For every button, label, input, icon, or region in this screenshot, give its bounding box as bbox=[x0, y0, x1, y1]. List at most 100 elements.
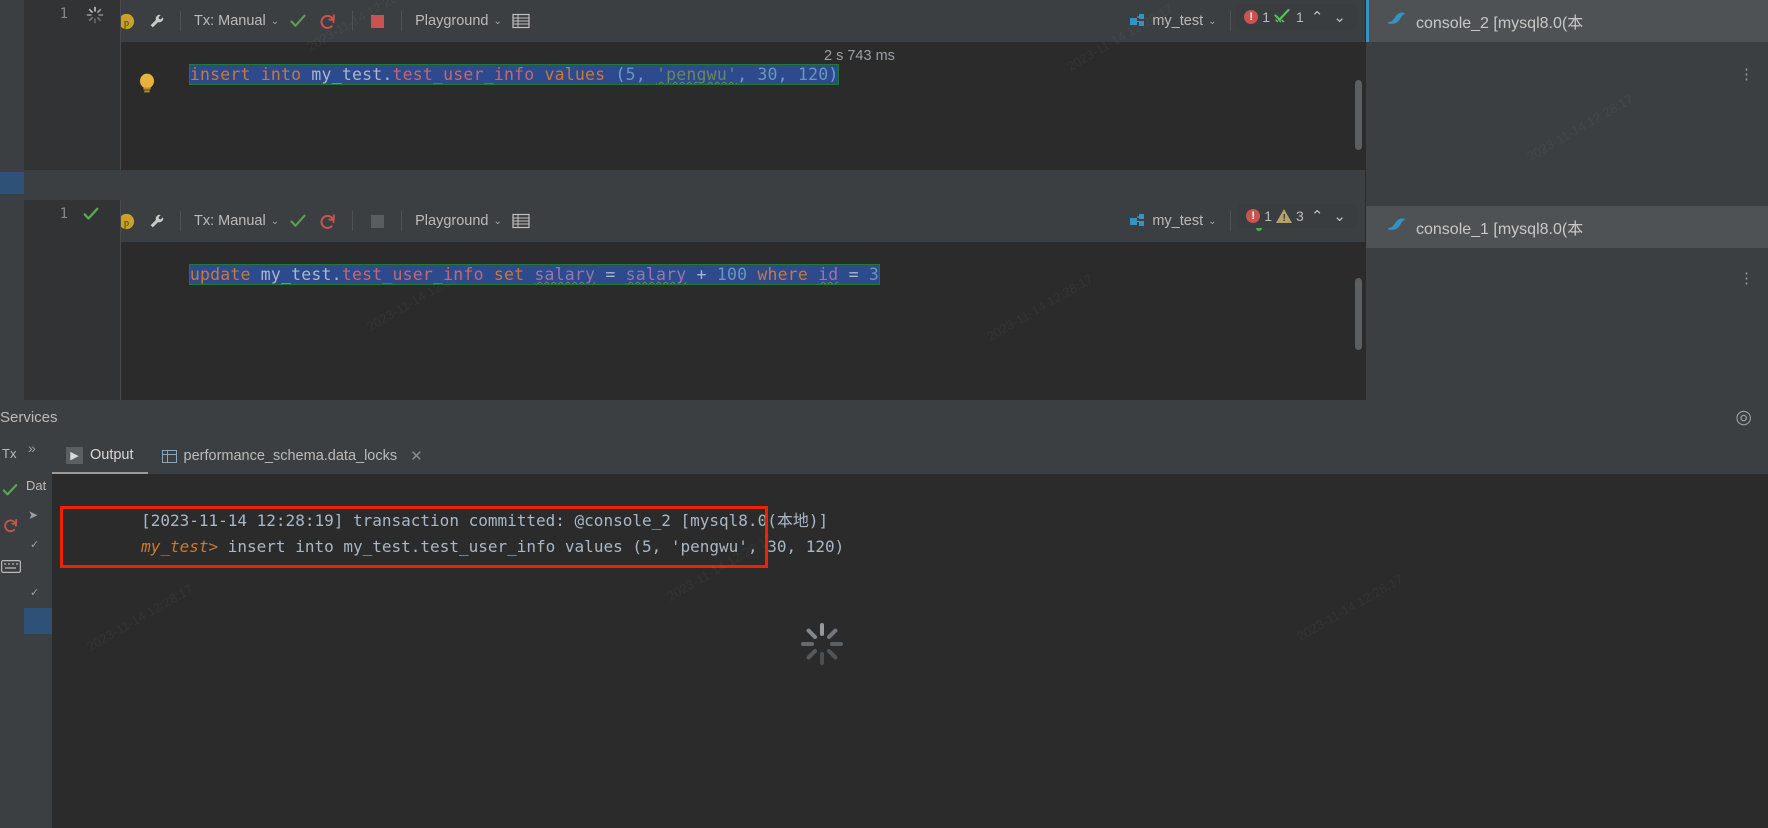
inspection-widget-2[interactable]: ! 1 ! 3 ⌃ ⌄ bbox=[1238, 204, 1357, 228]
tx-mode-dropdown[interactable]: Tx: Manual ⌄ bbox=[190, 213, 283, 229]
error-count: 1 bbox=[1262, 8, 1271, 25]
rail-rollback-icon[interactable] bbox=[2, 516, 20, 539]
sql-token: insert into bbox=[189, 65, 312, 84]
rail-check-icon[interactable] bbox=[1, 482, 19, 503]
tab-body-2: ⋮ bbox=[1366, 248, 1768, 400]
tree-selected-row[interactable] bbox=[24, 608, 52, 634]
schema-dropdown[interactable]: Playground ⌄ bbox=[411, 213, 506, 229]
schema-dropdown[interactable]: Playground ⌄ bbox=[411, 13, 506, 29]
tree-child-icon[interactable]: ✓ bbox=[30, 538, 39, 551]
close-icon[interactable]: ✕ bbox=[410, 447, 423, 465]
error-count: 1 bbox=[1264, 208, 1273, 224]
tree-node-icon[interactable]: ➤ bbox=[28, 508, 38, 522]
rail-highlight bbox=[0, 172, 24, 194]
error-icon: ! bbox=[1246, 209, 1261, 223]
more-options-icon[interactable]: ⋮ bbox=[1739, 271, 1754, 286]
sql-token: salary bbox=[534, 265, 596, 284]
stop-icon bbox=[362, 206, 392, 236]
rail-keyboard-icon[interactable] bbox=[1, 560, 21, 578]
datasource-label: my_test bbox=[1152, 13, 1204, 29]
table-view-icon[interactable] bbox=[506, 206, 536, 236]
next-problem-icon[interactable]: ⌄ bbox=[1330, 207, 1349, 225]
divider bbox=[401, 11, 403, 31]
sql-text: insert into my_test.test_user_info value… bbox=[188, 64, 840, 85]
line-number: 1 bbox=[59, 206, 68, 222]
tx-mode-label: Tx: Manual bbox=[194, 213, 266, 229]
tab-output[interactable]: ▶ Output bbox=[52, 438, 148, 474]
sql-statement-2[interactable]: update my_test.test_user_info set salary… bbox=[129, 246, 880, 303]
rail-label-dat[interactable]: Dat bbox=[26, 478, 46, 493]
svg-text:p: p bbox=[123, 17, 128, 28]
editor-gutter-2[interactable]: 1 bbox=[24, 200, 121, 400]
chevron-down-icon: ⌄ bbox=[493, 15, 502, 27]
sql-token: id bbox=[818, 265, 839, 284]
wrench-icon[interactable] bbox=[141, 206, 171, 236]
editor-gutter-1[interactable]: 1 bbox=[24, 0, 121, 170]
divider bbox=[401, 211, 403, 231]
editor-scrollbar-2[interactable] bbox=[1355, 278, 1362, 350]
sql-token: 5 bbox=[625, 65, 636, 84]
editor-toolbar-2: p Tx: Manual ⌄ Playground ⌄ my_test ⌄ bbox=[24, 200, 1365, 242]
editor-toolbar-1: p Tx: Manual ⌄ Playground ⌄ my_test ⌄ bbox=[24, 0, 1365, 42]
rollback-icon[interactable] bbox=[313, 206, 343, 236]
services-panel: Tx Dat ➤ ✓ ✓ · » ▶ Output bbox=[0, 434, 1768, 828]
schema-label: Playground bbox=[415, 213, 489, 229]
output-console[interactable]: [2023-11-14 12:28:19] transaction commit… bbox=[52, 474, 1768, 828]
inspection-secondary-count: 1 bbox=[1296, 8, 1304, 25]
editor-pane-console-2: p Tx: Manual ⌄ Playground ⌄ my_test ⌄ 1 … bbox=[24, 0, 1365, 170]
datasource-dropdown-2[interactable]: my_test ⌄ bbox=[1126, 213, 1220, 229]
tx-mode-dropdown[interactable]: Tx: Manual ⌄ bbox=[190, 13, 283, 29]
chevron-down-icon: ⌄ bbox=[1208, 215, 1217, 227]
divider bbox=[180, 11, 181, 31]
sql-token: ) bbox=[828, 65, 839, 84]
services-left-rail: Tx bbox=[0, 434, 24, 828]
editor-pane-console-1: p Tx: Manual ⌄ Playground ⌄ my_test ⌄ 1 … bbox=[24, 200, 1365, 400]
sql-statement-1[interactable]: insert into my_test.test_user_info value… bbox=[129, 46, 840, 103]
sql-token: my_test. bbox=[260, 265, 342, 284]
stop-icon[interactable] bbox=[362, 6, 392, 36]
sql-token: set bbox=[483, 265, 535, 284]
running-spinner-icon bbox=[86, 6, 104, 29]
editor-tab-console-2[interactable]: console_2 [mysql8.0(本 bbox=[1366, 0, 1768, 42]
editor-tab-console-1[interactable]: console_1 [mysql8.0(本 bbox=[1366, 206, 1768, 248]
rail-label-tx[interactable]: Tx bbox=[2, 446, 16, 461]
inspection-widget-1[interactable]: ! 1 1 ⌃ ⌄ bbox=[1236, 4, 1357, 29]
more-options-icon[interactable]: ⋮ bbox=[1739, 67, 1754, 82]
tree-child-icon-2[interactable]: ✓ bbox=[30, 586, 39, 599]
wrench-icon[interactable] bbox=[141, 6, 171, 36]
commit-icon[interactable] bbox=[283, 206, 313, 236]
previous-problem-icon[interactable]: ⌃ bbox=[1308, 8, 1327, 26]
tab-data-locks[interactable]: performance_schema.data_locks ✕ bbox=[148, 438, 437, 474]
collapse-all-icon[interactable]: » bbox=[28, 440, 36, 456]
editor-tab-title-2: console_1 [mysql8.0(本 bbox=[1416, 221, 1584, 238]
add-service-icon[interactable]: ◎ bbox=[1735, 406, 1752, 429]
sql-token: values bbox=[534, 65, 616, 84]
previous-problem-icon[interactable]: ⌃ bbox=[1308, 207, 1327, 225]
schema-label: Playground bbox=[415, 13, 489, 29]
tab-output-label: Output bbox=[90, 447, 134, 463]
sql-token: + bbox=[686, 265, 717, 284]
table-view-icon[interactable] bbox=[506, 6, 536, 36]
sql-token: 30 bbox=[757, 65, 778, 84]
double-check-icon bbox=[1274, 7, 1292, 26]
sql-token: = bbox=[595, 265, 626, 284]
error-icon: ! bbox=[1244, 9, 1259, 24]
intention-bulb-icon[interactable] bbox=[137, 72, 157, 99]
divider bbox=[1229, 11, 1231, 31]
sql-token: = bbox=[838, 265, 869, 284]
highlight-box bbox=[60, 506, 768, 568]
next-problem-icon[interactable]: ⌄ bbox=[1330, 8, 1349, 26]
commit-icon[interactable] bbox=[283, 6, 313, 36]
datasource-dropdown-1[interactable]: my_test ⌄ bbox=[1126, 13, 1220, 29]
rollback-icon[interactable] bbox=[313, 6, 343, 36]
sql-token: test_user_info bbox=[392, 65, 535, 84]
active-tab-accent bbox=[1366, 0, 1369, 42]
datasource-icon bbox=[1130, 213, 1145, 226]
sql-token: salary bbox=[625, 265, 687, 284]
tab-body-1: ⋮ bbox=[1366, 42, 1768, 206]
tab-column-1: console_2 [mysql8.0(本 ⋮ bbox=[1365, 0, 1768, 206]
sql-token: , bbox=[635, 65, 657, 84]
table-grid-icon bbox=[161, 449, 177, 463]
editor-scrollbar-1[interactable] bbox=[1355, 80, 1362, 150]
sql-token: update bbox=[189, 265, 261, 284]
